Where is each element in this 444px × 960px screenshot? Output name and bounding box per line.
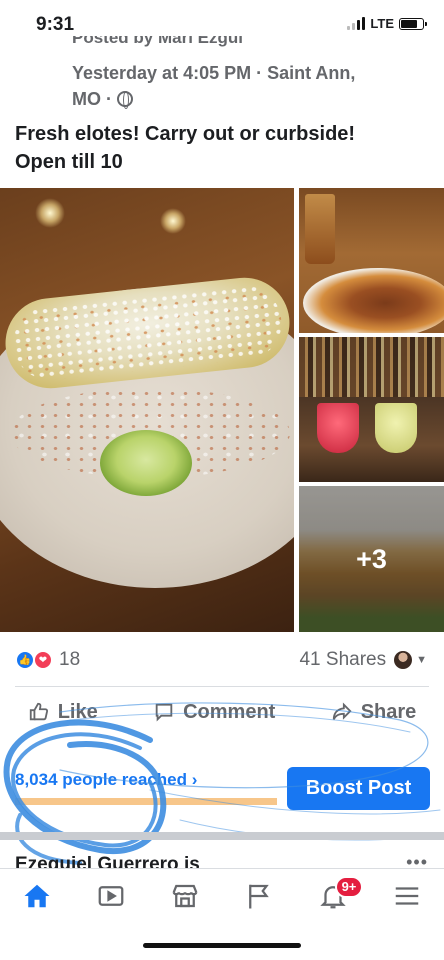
people-reached-link[interactable]: 8,034 people reached › — [15, 770, 197, 790]
avatar[interactable] — [394, 651, 413, 669]
share-label: Share — [360, 700, 417, 723]
post-timestamp[interactable]: Yesterday at 4:05 PM · Saint Ann, — [72, 60, 402, 86]
signal-icon — [347, 17, 366, 30]
marketplace-icon — [172, 884, 198, 907]
home-icon — [24, 884, 50, 907]
feed-separator — [0, 832, 444, 840]
post-meta: Yesterday at 4:05 PM · Saint Ann, MO · — [72, 60, 402, 112]
shares-count: 41 Shares — [299, 649, 387, 670]
photo-more[interactable]: +3 — [299, 486, 444, 632]
divider — [15, 686, 429, 687]
more-photos-count: +3 — [299, 486, 444, 632]
photo-drink-and-plate[interactable] — [299, 188, 444, 333]
status-bar: 9:31 LTE — [0, 0, 444, 40]
reach-bar-fill — [15, 798, 277, 805]
post-actions: Like Comment Share — [0, 694, 444, 730]
network-label: LTE — [370, 16, 394, 31]
love-reaction-icon: ❤ — [33, 650, 53, 670]
comment-icon — [155, 703, 173, 722]
comment-label: Comment — [183, 700, 276, 723]
notifications-badge: 9+ — [335, 875, 363, 898]
boost-post-button[interactable]: Boost Post — [287, 767, 430, 810]
share-button[interactable]: Share — [331, 700, 417, 724]
post-author-partial: Posted by Mari Ezgui — [72, 36, 243, 47]
pages-flag-icon — [249, 884, 269, 908]
reaction-count: 18 — [59, 649, 81, 670]
menu-icon — [395, 886, 419, 905]
next-post-header-partial[interactable]: Ezequiel Guerrero is — [15, 854, 435, 868]
reactions-summary[interactable]: 👍 ❤ 18 — [15, 649, 80, 671]
home-indicator — [143, 943, 301, 948]
tab-notifications[interactable]: 9+ — [311, 874, 363, 918]
status-time: 9:31 — [36, 14, 75, 35]
tab-menu[interactable] — [385, 874, 429, 918]
tab-home[interactable] — [15, 874, 59, 918]
tab-watch[interactable] — [89, 874, 133, 918]
like-button[interactable]: Like — [28, 701, 98, 724]
like-label: Like — [57, 700, 98, 723]
comment-button[interactable]: Comment — [153, 701, 275, 724]
share-icon — [332, 702, 352, 720]
watch-icon — [98, 885, 124, 906]
tab-marketplace[interactable] — [163, 874, 207, 918]
globe-icon — [117, 91, 134, 109]
photo-margaritas[interactable] — [299, 337, 444, 482]
tab-pages[interactable] — [237, 874, 281, 918]
like-icon — [29, 702, 48, 721]
like-reaction-icon: 👍 — [15, 650, 35, 670]
reach-bar — [15, 798, 277, 805]
battery-icon — [399, 17, 427, 30]
shares-summary[interactable]: 41 Shares ▼ — [299, 649, 427, 671]
photo-grid: +3 — [0, 188, 444, 632]
post-location: MO · — [72, 89, 112, 109]
bottom-tab-bar: 9+ — [0, 868, 444, 922]
chevron-down-icon[interactable]: ▼ — [416, 654, 427, 666]
photo-elote[interactable] — [0, 188, 294, 632]
post-text: Fresh elotes! Carry out or curbside! Ope… — [15, 123, 356, 173]
status-indicators: LTE — [347, 16, 427, 31]
